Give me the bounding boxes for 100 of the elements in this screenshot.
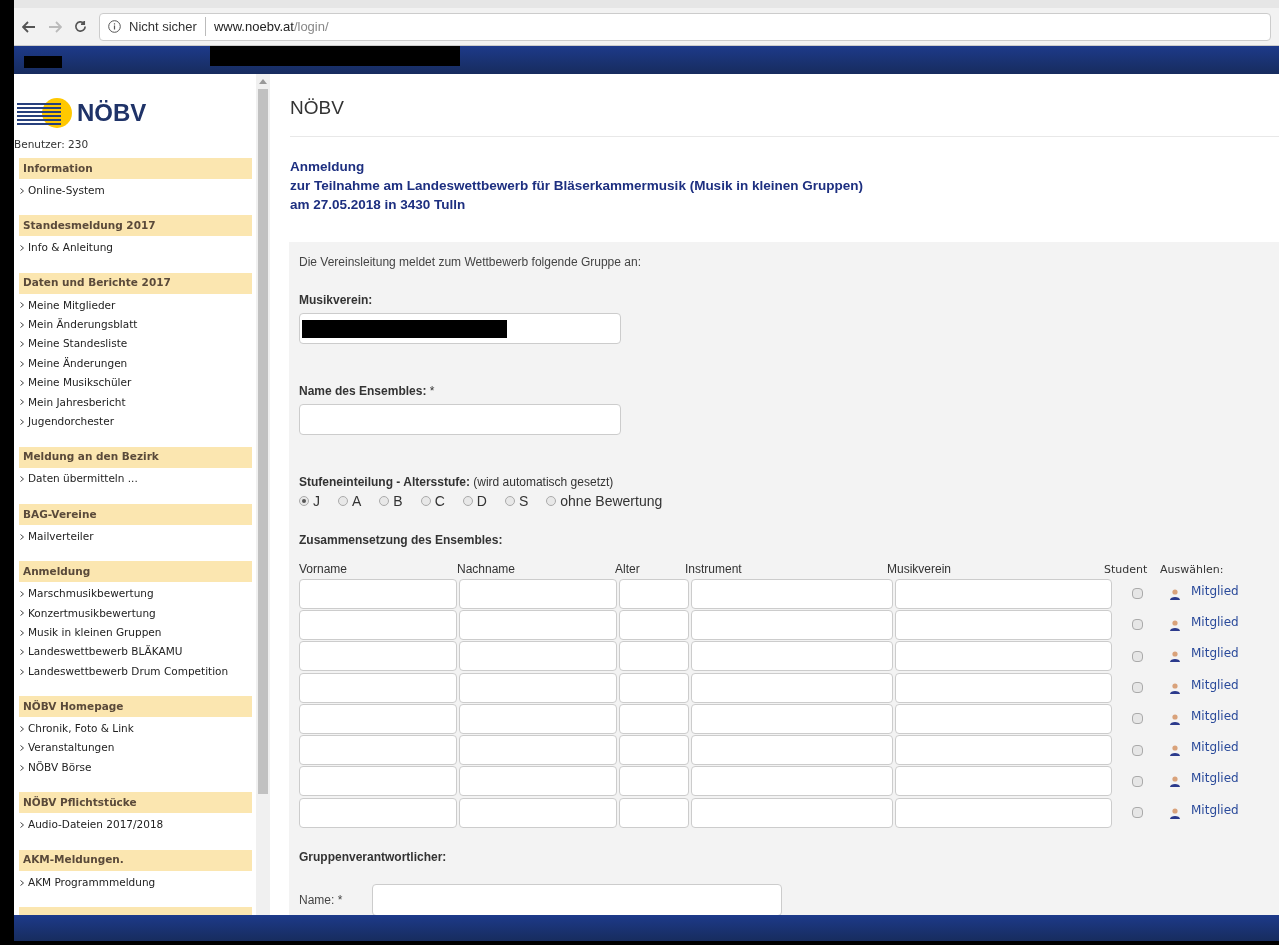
table-input[interactable] — [299, 735, 457, 766]
sidebar-link[interactable]: Info & Anleitung — [20, 238, 252, 258]
table-input[interactable] — [459, 641, 617, 672]
level-radio[interactable]: C — [420, 490, 445, 512]
sidebar-link[interactable]: Mein Jahresbericht — [20, 392, 252, 413]
member-link[interactable]: Mitglied — [1191, 612, 1239, 631]
form-heading: am 27.05.2018 in 3430 Tulln — [290, 196, 467, 214]
sidebar-link[interactable]: Musik in kleinen Gruppen — [20, 623, 252, 643]
sidebar-link[interactable]: Daten übermitteln ... — [20, 469, 252, 489]
table-input[interactable] — [299, 609, 457, 640]
student-checkbox[interactable] — [1132, 744, 1143, 756]
table-input[interactable] — [459, 735, 617, 766]
table-input[interactable] — [691, 609, 893, 640]
table-input[interactable] — [619, 766, 689, 797]
table-input[interactable] — [619, 735, 689, 766]
table-input[interactable] — [895, 797, 1112, 828]
level-radio[interactable]: B — [379, 490, 403, 512]
sidebar-link[interactable]: Audio-Dateien 2017/2018 — [20, 815, 252, 835]
table-input[interactable] — [691, 766, 893, 797]
table-input[interactable] — [895, 735, 1112, 766]
table-input[interactable] — [459, 578, 617, 609]
level-radio[interactable]: J — [299, 490, 320, 512]
ensemble-name-field[interactable] — [299, 404, 621, 435]
table-input[interactable] — [619, 578, 689, 609]
musikverein-field[interactable] — [299, 313, 621, 344]
table-input[interactable] — [619, 641, 689, 672]
scrollbar-thumb[interactable] — [258, 89, 268, 794]
student-checkbox[interactable] — [1132, 588, 1143, 600]
table-input[interactable] — [459, 797, 617, 828]
table-input[interactable] — [895, 641, 1112, 672]
member-link[interactable]: Mitglied — [1191, 675, 1239, 694]
student-checkbox[interactable] — [1132, 807, 1143, 819]
table-input[interactable] — [619, 672, 689, 703]
table-input[interactable] — [299, 641, 457, 672]
table-input[interactable] — [895, 609, 1112, 640]
reload-icon[interactable] — [74, 20, 87, 33]
student-checkbox[interactable] — [1132, 619, 1143, 631]
level-radio[interactable]: A — [338, 490, 362, 512]
table-input[interactable] — [299, 703, 457, 734]
member-link[interactable]: Mitglied — [1191, 800, 1239, 819]
table-input[interactable] — [299, 672, 457, 703]
sidebar-link[interactable]: Meine Standesliste — [20, 334, 252, 354]
address-bar[interactable]: Nicht sicher www.noebv.at/login/ — [99, 12, 1271, 41]
table-input[interactable] — [691, 578, 893, 609]
chevron-icon — [20, 321, 24, 328]
back-icon[interactable] — [22, 20, 36, 33]
table-input[interactable] — [619, 609, 689, 640]
student-checkbox[interactable] — [1132, 713, 1143, 725]
table-input[interactable] — [895, 703, 1112, 734]
sidebar-link[interactable]: Chronik, Foto & Link — [20, 719, 252, 739]
table-input[interactable] — [299, 797, 457, 828]
sidebar-scrollbar[interactable] — [256, 74, 270, 915]
sidebar-link[interactable]: Landeswettbewerb BLÄKAMU — [20, 642, 252, 662]
table-input[interactable] — [459, 766, 617, 797]
table-input[interactable] — [459, 672, 617, 703]
table-input[interactable] — [459, 609, 617, 640]
sidebar-link[interactable]: Marschmusikbewertung — [20, 584, 252, 604]
sidebar-link[interactable]: Online-System — [20, 181, 252, 201]
student-checkbox[interactable] — [1132, 650, 1143, 662]
student-checkbox[interactable] — [1132, 682, 1143, 694]
table-input[interactable] — [459, 703, 617, 734]
level-radio[interactable]: ohne Bewertung — [546, 490, 663, 512]
table-input[interactable] — [691, 703, 893, 734]
table-input[interactable] — [299, 766, 457, 797]
sidebar-link[interactable]: Jugendorchester — [20, 412, 252, 432]
sidebar-link[interactable]: Meine Mitglieder — [20, 295, 252, 316]
name-field[interactable] — [372, 884, 782, 915]
table-input[interactable] — [619, 703, 689, 734]
level-radio[interactable]: D — [462, 490, 487, 512]
member-link[interactable]: Mitglied — [1191, 581, 1239, 600]
field-label: Gruppenverantwortlicher: — [299, 849, 448, 867]
table-input[interactable] — [895, 672, 1112, 703]
student-checkbox[interactable] — [1132, 775, 1143, 787]
table-input[interactable] — [691, 735, 893, 766]
sidebar-link[interactable]: Landeswettbewerb Drum Competition — [20, 661, 252, 682]
table-input[interactable] — [691, 641, 893, 672]
page-title: NÖBV — [290, 96, 345, 120]
sidebar-link[interactable]: Meine Musikschüler — [20, 373, 252, 393]
table-input[interactable] — [691, 797, 893, 828]
table-input[interactable] — [895, 578, 1112, 609]
scroll-up-icon[interactable] — [259, 79, 267, 84]
section-heading: AKM-Meldungen. — [19, 849, 252, 871]
table-input[interactable] — [691, 672, 893, 703]
member-link[interactable]: Mitglied — [1191, 706, 1239, 725]
table-input[interactable] — [895, 766, 1112, 797]
chevron-icon — [20, 764, 24, 771]
member-link[interactable]: Mitglied — [1191, 738, 1239, 757]
table-input[interactable] — [619, 797, 689, 828]
sidebar-link[interactable]: AKM Programmmeldung — [20, 872, 252, 893]
sidebar-link[interactable]: Konzertmusikbewertung — [20, 603, 252, 624]
sidebar-link[interactable]: Veranstaltungen — [20, 738, 252, 759]
sidebar-link[interactable]: Mailverteiler — [20, 526, 252, 547]
sidebar-link[interactable]: Meine Änderungen — [20, 353, 252, 374]
forward-icon[interactable] — [48, 20, 62, 33]
member-link[interactable]: Mitglied — [1191, 644, 1239, 663]
sidebar-link[interactable]: Mein Änderungsblatt — [20, 315, 252, 335]
level-radio[interactable]: S — [504, 490, 529, 512]
sidebar-link[interactable]: NÖBV Börse — [20, 758, 252, 778]
table-input[interactable] — [299, 578, 457, 609]
member-link[interactable]: Mitglied — [1191, 769, 1239, 788]
